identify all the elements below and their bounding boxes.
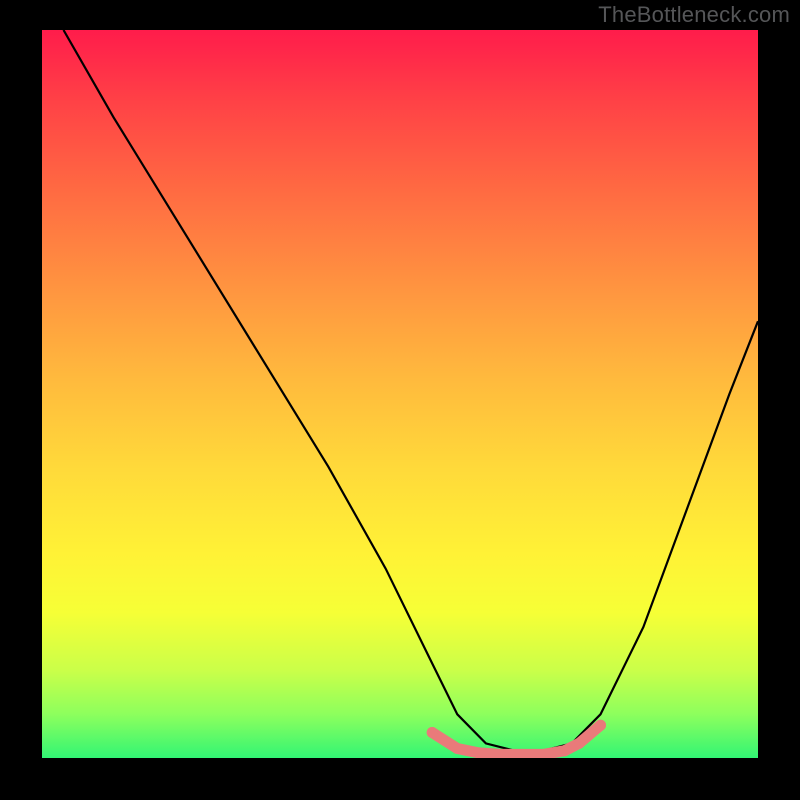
watermark-text: TheBottleneck.com — [598, 2, 790, 28]
chart-frame: TheBottleneck.com — [0, 0, 800, 800]
flat-region-markers — [427, 720, 606, 755]
curve-path — [64, 30, 759, 751]
marker-cap — [427, 727, 438, 738]
marker-cap — [595, 720, 606, 731]
plot-area — [42, 30, 758, 758]
chart-overlay — [42, 30, 758, 758]
